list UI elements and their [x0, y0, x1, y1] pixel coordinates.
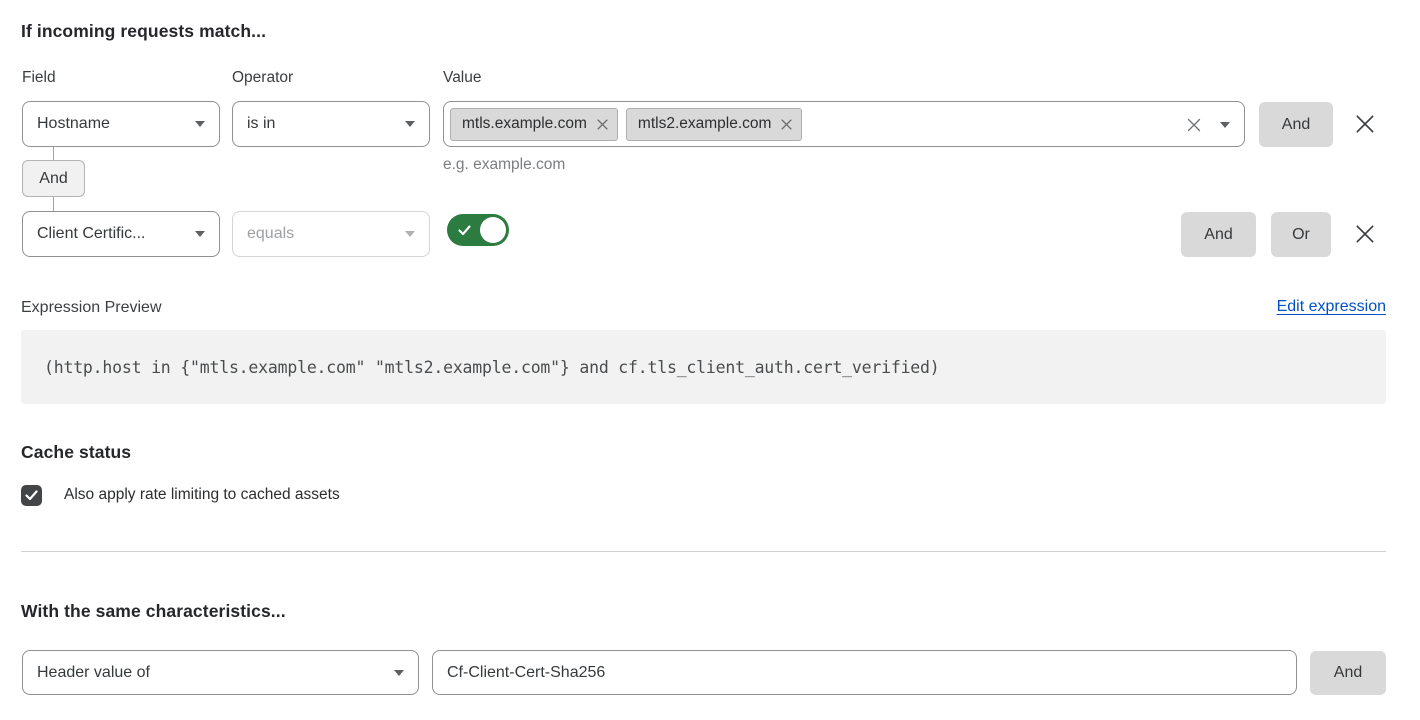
chevron-down-icon [394, 670, 404, 676]
connector-and-button[interactable]: And [22, 160, 85, 197]
expression-preview-label: Expression Preview [21, 299, 162, 317]
characteristics-title: With the same characteristics... [21, 601, 286, 622]
edit-expression-link[interactable]: Edit expression [1277, 298, 1386, 316]
chevron-down-icon [195, 231, 205, 237]
remove-tag-icon[interactable] [597, 119, 608, 130]
connector-line-top [53, 147, 54, 160]
chevron-down-icon [195, 121, 205, 127]
characteristic-select-value: Header value of [37, 664, 150, 682]
toggle-knob [480, 217, 506, 243]
add-and-condition-button-row2[interactable]: And [1181, 212, 1256, 257]
characteristic-select[interactable]: Header value of [22, 650, 419, 695]
add-characteristic-button[interactable]: And [1310, 651, 1386, 695]
value-tag-label: mtls2.example.com [638, 115, 772, 133]
cert-verified-toggle[interactable] [447, 214, 509, 246]
value-column-label: Value [443, 69, 482, 87]
value-helper-text: e.g. example.com [443, 156, 565, 174]
rate-limiting-rule-form: If incoming requests match... Field Oper… [0, 0, 1420, 720]
expression-code: (http.host in {"mtls.example.com" "mtls2… [44, 358, 940, 377]
check-icon [25, 490, 38, 501]
chevron-down-icon [405, 231, 415, 237]
field-select-row1-value: Hostname [37, 115, 110, 133]
match-section-title: If incoming requests match... [21, 21, 266, 42]
cached-assets-checkbox[interactable] [21, 485, 42, 506]
field-select-row2-value: Client Certific... [37, 225, 145, 243]
remove-tag-icon[interactable] [781, 119, 792, 130]
value-tag-label: mtls.example.com [462, 115, 587, 133]
field-column-label: Field [22, 69, 56, 87]
remove-condition-icon-row1[interactable] [1351, 110, 1379, 138]
header-name-input[interactable] [432, 650, 1297, 695]
operator-select-row2-disabled: equals [232, 211, 430, 257]
cache-status-title: Cache status [21, 442, 131, 463]
value-tag: mtls2.example.com [626, 108, 803, 141]
expression-code-block: (http.host in {"mtls.example.com" "mtls2… [21, 330, 1386, 404]
add-or-condition-button-row2[interactable]: Or [1271, 212, 1331, 257]
value-multiselect-row1[interactable]: mtls.example.com mtls2.example.com [443, 101, 1245, 147]
check-icon [458, 225, 471, 236]
field-select-row2[interactable]: Client Certific... [22, 211, 220, 257]
connector-line-bottom [53, 197, 54, 211]
add-and-condition-button-row1[interactable]: And [1259, 102, 1333, 147]
value-tag: mtls.example.com [450, 108, 618, 141]
operator-select-row1-value: is in [247, 115, 275, 133]
operator-select-row1[interactable]: is in [232, 101, 430, 147]
remove-condition-icon-row2[interactable] [1351, 220, 1379, 248]
clear-value-icon[interactable] [1186, 117, 1202, 133]
section-divider [21, 551, 1386, 552]
cached-assets-checkbox-label[interactable]: Also apply rate limiting to cached asset… [64, 486, 340, 504]
chevron-down-icon [405, 121, 415, 127]
chevron-down-icon[interactable] [1220, 122, 1230, 128]
field-select-row1[interactable]: Hostname [22, 101, 220, 147]
operator-column-label: Operator [232, 69, 293, 87]
operator-select-row2-placeholder: equals [247, 225, 294, 243]
